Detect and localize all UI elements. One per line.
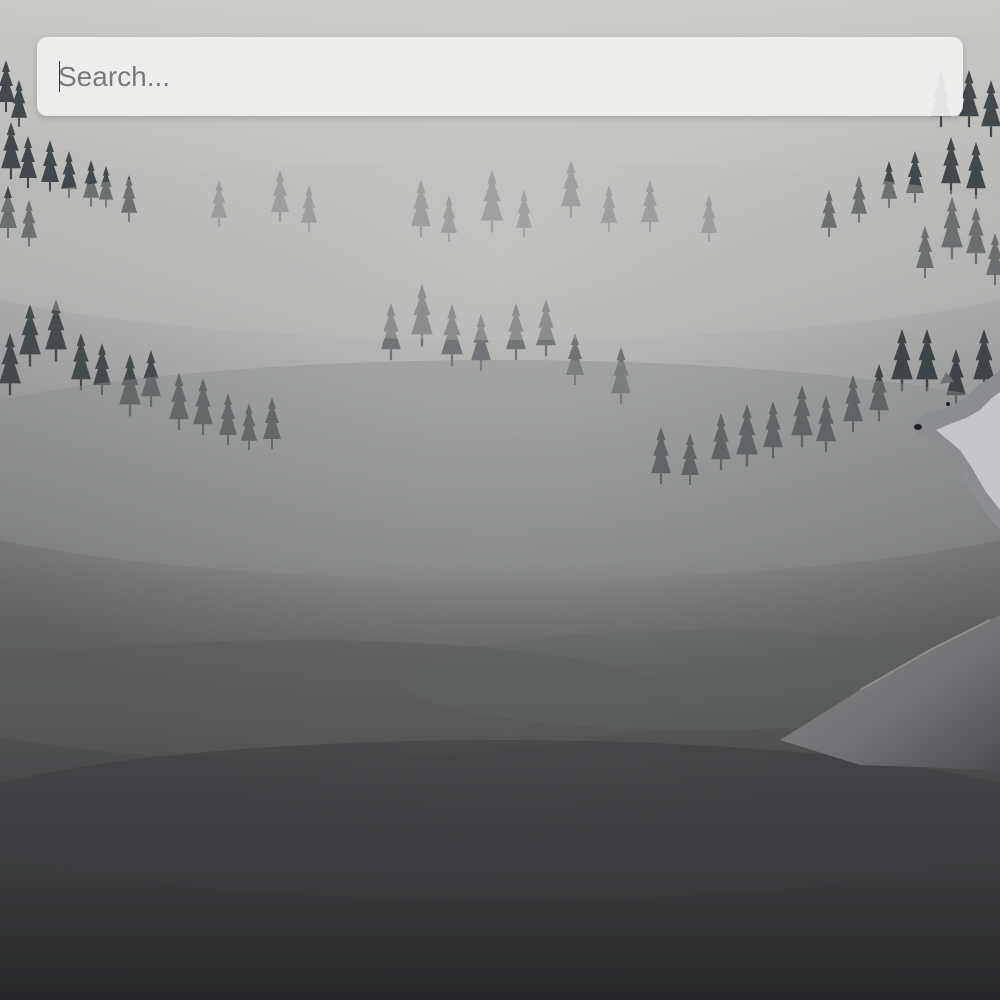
desktop-background (0, 0, 1000, 1000)
wallpaper-image (0, 0, 1000, 1000)
text-cursor (59, 61, 60, 92)
search-input[interactable] (37, 37, 963, 116)
search-bar[interactable] (37, 37, 963, 116)
